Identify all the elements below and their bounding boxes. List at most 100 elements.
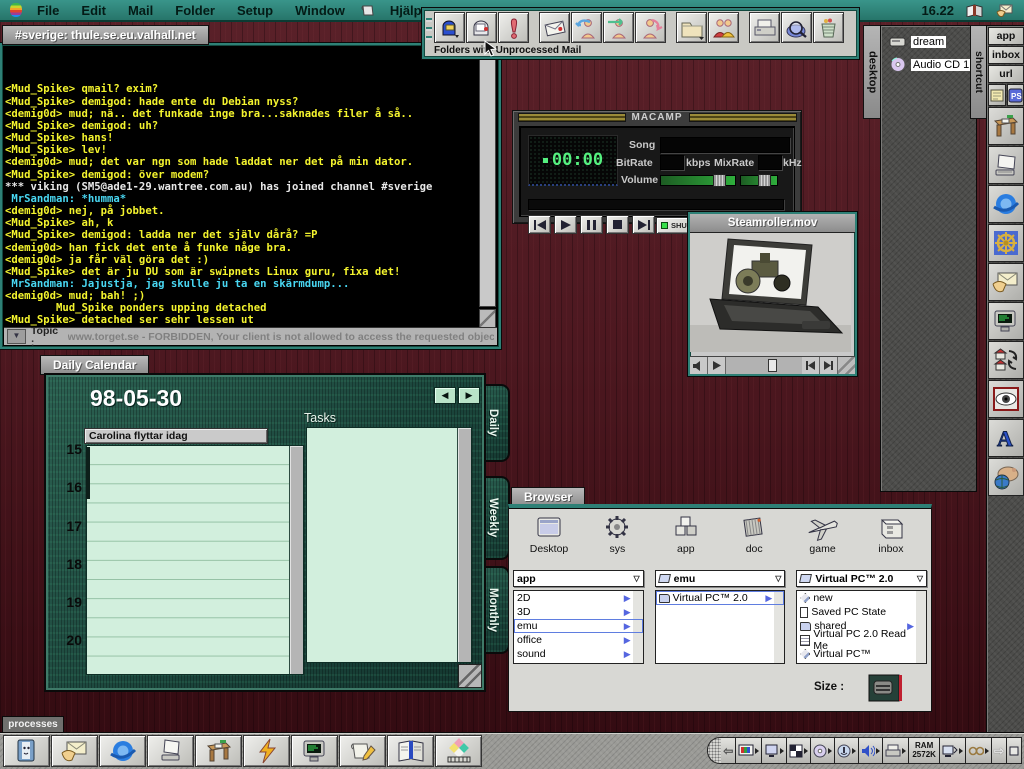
shortcut-button[interactable]: url: [988, 65, 1024, 83]
simpletext-icon[interactable]: [147, 735, 194, 767]
menu-item[interactable]: Setup: [237, 3, 273, 18]
irc-chat-log[interactable]: <Mud_Spike> qmail? exim?<Mud_Spike> demi…: [5, 47, 479, 326]
column-virtualpc-list[interactable]: newSaved PC Stateshared▶Virtual PC 2.0 R…: [796, 590, 927, 664]
expand-arrow-icon[interactable]: ▶: [624, 607, 631, 618]
expand-arrow-icon[interactable]: ▶: [765, 593, 772, 604]
list-item[interactable]: office▶: [514, 633, 643, 647]
menu-item[interactable]: Window: [295, 3, 345, 18]
redirect-icon[interactable]: [635, 12, 666, 43]
tasks-panel[interactable]: [306, 427, 472, 663]
menu-item[interactable]: Folder: [175, 3, 215, 18]
open-mailbox-icon[interactable]: [466, 12, 497, 43]
menu-item-help[interactable]: Hjälp: [390, 3, 422, 18]
expand-arrow-icon[interactable]: ▶: [624, 621, 631, 632]
terminal-icon[interactable]: [988, 302, 1024, 340]
macamp-title-bar[interactable]: MACAMP: [513, 111, 801, 123]
macamp-time-display[interactable]: 00:00: [528, 135, 618, 186]
list-item[interactable]: 3D▶: [514, 605, 643, 619]
photoshop-icon[interactable]: PS: [1007, 84, 1024, 106]
day-schedule[interactable]: [86, 445, 304, 675]
cd-icon[interactable]: [811, 737, 835, 764]
pause-button[interactable]: [580, 215, 603, 234]
desk-icon[interactable]: [195, 735, 242, 767]
qt-step-back-button[interactable]: [802, 357, 820, 374]
column-emu-dropdown[interactable]: emu▽: [655, 570, 786, 587]
menu-item[interactable]: Mail: [128, 3, 153, 18]
menu-item[interactable]: File: [37, 3, 59, 18]
qt-play-button[interactable]: [708, 357, 726, 374]
previous-button[interactable]: [528, 215, 551, 234]
prev-day-button[interactable]: ◀: [434, 387, 456, 404]
reply-icon[interactable]: [571, 12, 602, 43]
internet-explorer-icon[interactable]: [988, 185, 1024, 223]
column-emu-list[interactable]: Virtual PC™ 2.0▶: [655, 590, 786, 664]
audio-cd[interactable]: Audio CD 1: [889, 57, 976, 72]
irc-scrollbar[interactable]: [479, 47, 496, 307]
place-doc[interactable]: doc: [726, 514, 782, 566]
next-day-button[interactable]: ▶: [458, 387, 480, 404]
schedule-scrollbar[interactable]: [289, 446, 303, 674]
balance-slider[interactable]: [740, 175, 778, 186]
expand-right-arrow[interactable]: ⇨: [992, 737, 1007, 764]
volume-slider[interactable]: [660, 175, 736, 186]
place-desktop[interactable]: Desktop: [521, 514, 577, 566]
control-strip-handle[interactable]: [707, 737, 721, 764]
book-icon[interactable]: [966, 4, 984, 17]
toolbar-grip[interactable]: [426, 18, 432, 44]
sound-in-icon[interactable]: [835, 737, 859, 764]
hand-mail-icon[interactable]: [996, 3, 1014, 17]
movie-player-icon[interactable]: [435, 735, 482, 767]
gopher-icon[interactable]: [988, 458, 1024, 496]
qt-volume-button[interactable]: [690, 357, 708, 374]
menu-clock[interactable]: 16.22: [921, 3, 954, 18]
note-icon[interactable]: [988, 84, 1006, 106]
folders-icon[interactable]: [676, 12, 707, 43]
new-message-icon[interactable]: [539, 12, 570, 43]
internet-explorer-icon[interactable]: [99, 735, 146, 767]
ircle-icon[interactable]: [339, 735, 386, 767]
address-book-icon[interactable]: [387, 735, 434, 767]
collapse-left-arrow[interactable]: ⇦: [721, 737, 736, 764]
shortcut-button[interactable]: inbox: [988, 46, 1024, 64]
topic-tray-icon[interactable]: ▼: [7, 329, 26, 344]
print-icon[interactable]: [749, 12, 780, 43]
finder-icon[interactable]: [3, 735, 50, 767]
movie-title[interactable]: Steamroller.mov: [690, 214, 855, 233]
play-button[interactable]: [554, 215, 577, 234]
ram-indicator[interactable]: RAM2572K: [909, 737, 940, 764]
tasks-scrollbar[interactable]: [457, 428, 471, 662]
font-icon[interactable]: A: [988, 419, 1024, 457]
next-button[interactable]: [632, 215, 655, 234]
song-field[interactable]: [660, 137, 790, 153]
volume-thumb[interactable]: [713, 174, 726, 187]
desktop-pattern-icon[interactable]: [787, 737, 811, 764]
terminal-icon[interactable]: [291, 735, 338, 767]
macamp-icon[interactable]: [243, 735, 290, 767]
zip-drive-icon[interactable]: [867, 673, 903, 703]
collapse-box[interactable]: [1007, 737, 1022, 764]
place-inbox[interactable]: inbox: [863, 514, 919, 566]
place-sys[interactable]: sys: [589, 514, 645, 566]
keyboard-icon[interactable]: [966, 737, 992, 764]
monitor-depth-icon[interactable]: [736, 737, 762, 764]
speaker-icon[interactable]: [859, 737, 883, 764]
qt-seek-track[interactable]: [726, 357, 802, 374]
find-icon[interactable]: [781, 12, 812, 43]
expand-arrow-icon[interactable]: ▶: [624, 649, 631, 660]
expand-arrow-icon[interactable]: ▶: [624, 635, 631, 646]
irc-resize-handle[interactable]: [479, 309, 496, 328]
eye-icon[interactable]: [988, 380, 1024, 418]
list-item[interactable]: Virtual PC 2.0 Read Me: [797, 633, 926, 647]
list-item[interactable]: new: [797, 591, 926, 605]
column-app-dropdown[interactable]: app▽: [513, 570, 644, 587]
movie-frame-laptop-photo[interactable]: [690, 233, 851, 352]
home-sync-icon[interactable]: [988, 341, 1024, 379]
helm-icon[interactable]: [988, 224, 1024, 262]
emailer-icon[interactable]: [51, 735, 98, 767]
check-mail-icon[interactable]: [434, 12, 465, 43]
monitor-res-icon[interactable]: [762, 737, 787, 764]
scroll-icon[interactable]: [360, 4, 375, 17]
seek-bar[interactable]: [528, 199, 784, 210]
desk-icon[interactable]: [988, 107, 1024, 145]
shortcut-button[interactable]: app: [988, 27, 1024, 45]
